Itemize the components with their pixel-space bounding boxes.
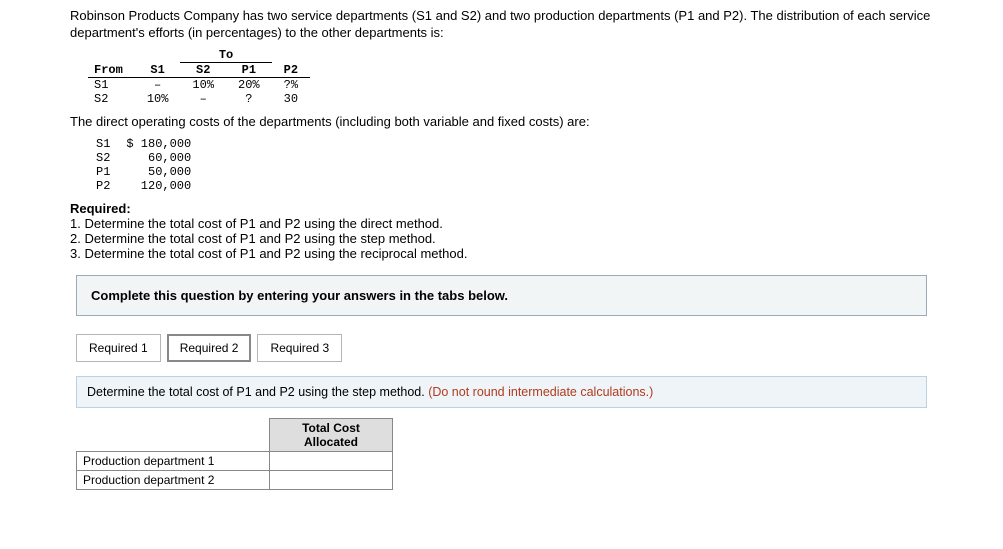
cost-s2-val: 60,000 — [118, 151, 199, 165]
costs-intro: The direct operating costs of the depart… — [70, 114, 933, 131]
required-2: 2. Determine the total cost of P1 and P2… — [70, 231, 933, 246]
complete-instruction: Complete this question by entering your … — [76, 275, 927, 316]
answer-row-2-input[interactable] — [270, 471, 392, 489]
cost-s1-label: S1 — [88, 137, 118, 151]
row-s2-v2: ? — [226, 92, 272, 106]
tabs: Required 1 Required 2 Required 3 — [76, 334, 927, 362]
required-list: 1. Determine the total cost of P1 and P2… — [70, 216, 933, 261]
answer-row-1-input[interactable] — [270, 452, 392, 470]
required-3: 3. Determine the total cost of P1 and P2… — [70, 246, 933, 261]
row-s2-v0: 10% — [135, 92, 181, 106]
distribution-table: To From S1 S2 P1 P2 S1 – 10% 20% ?% S2 1… — [88, 48, 310, 106]
cost-p1-label: P1 — [88, 165, 118, 179]
cost-s1-val: $ 180,000 — [118, 137, 199, 151]
from-header: From — [88, 62, 135, 77]
question-box: Determine the total cost of P1 and P2 us… — [76, 376, 927, 408]
tab-required-2[interactable]: Required 2 — [167, 334, 252, 362]
question-main: Determine the total cost of P1 and P2 us… — [87, 385, 428, 399]
col-s1: S1 — [135, 62, 181, 77]
cost-s2-label: S2 — [88, 151, 118, 165]
required-1: 1. Determine the total cost of P1 and P2… — [70, 216, 933, 231]
row-s2-v3: 30 — [272, 92, 310, 106]
tab-required-3[interactable]: Required 3 — [257, 334, 342, 362]
row-s1-label: S1 — [88, 77, 135, 92]
answer-row-1-label: Production department 1 — [77, 451, 270, 470]
answer-table: Total Cost Allocated Production departme… — [76, 418, 393, 490]
col-s2: S2 — [180, 62, 226, 77]
answer-row-2-label: Production department 2 — [77, 470, 270, 489]
required-label: Required: — [70, 201, 933, 216]
row-s1-v2: 20% — [226, 77, 272, 92]
question-note: (Do not round intermediate calculations.… — [428, 385, 653, 399]
answer-header: Total Cost Allocated — [270, 418, 393, 451]
tab-required-1[interactable]: Required 1 — [76, 334, 161, 362]
row-s1-v1: 10% — [180, 77, 226, 92]
row-s1-v0: – — [135, 77, 181, 92]
costs-table: S1$ 180,000 S260,000 P150,000 P2120,000 — [88, 137, 199, 193]
cost-p1-val: 50,000 — [118, 165, 199, 179]
row-s1-v3: ?% — [272, 77, 310, 92]
cost-p2-val: 120,000 — [118, 179, 199, 193]
col-p2: P2 — [272, 62, 310, 77]
cost-p2-label: P2 — [88, 179, 118, 193]
col-p1: P1 — [226, 62, 272, 77]
intro-text: Robinson Products Company has two servic… — [70, 8, 933, 42]
row-s2-v1: – — [180, 92, 226, 106]
to-header: To — [180, 48, 271, 63]
row-s2-label: S2 — [88, 92, 135, 106]
